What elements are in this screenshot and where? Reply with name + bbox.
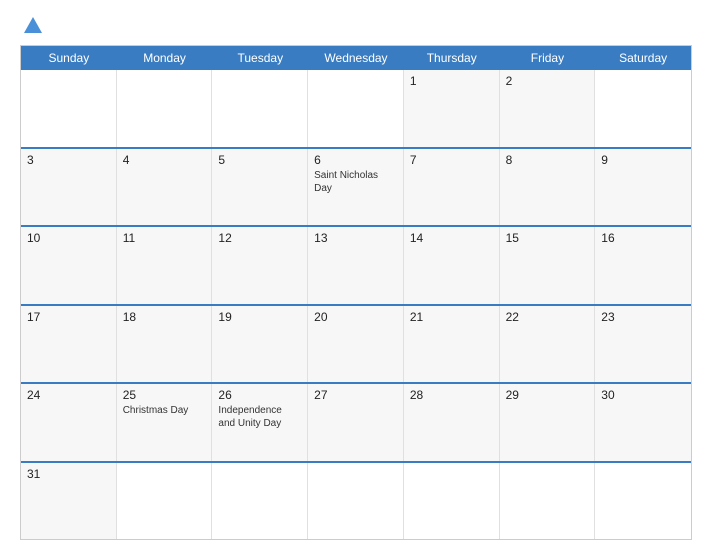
day-cell: 24 bbox=[21, 384, 117, 461]
day-number: 1 bbox=[410, 74, 493, 88]
day-cell: 15 bbox=[500, 227, 596, 304]
day-cell bbox=[500, 463, 596, 540]
day-cell: 27 bbox=[308, 384, 404, 461]
day-number: 17 bbox=[27, 310, 110, 324]
day-cell bbox=[308, 70, 404, 147]
day-number: 30 bbox=[601, 388, 685, 402]
day-cell bbox=[21, 70, 117, 147]
day-number: 19 bbox=[218, 310, 301, 324]
day-number: 8 bbox=[506, 153, 589, 167]
day-cell: 3 bbox=[21, 149, 117, 226]
week-row-5: 31 bbox=[21, 461, 691, 540]
holiday-label: Saint Nicholas Day bbox=[314, 169, 397, 195]
day-cell: 29 bbox=[500, 384, 596, 461]
day-cell bbox=[212, 70, 308, 147]
holiday-label: Independence and Unity Day bbox=[218, 404, 301, 430]
calendar: SundayMondayTuesdayWednesdayThursdayFrid… bbox=[20, 45, 692, 540]
week-row-3: 17 18 19 20 21 22 23 bbox=[21, 304, 691, 383]
week-row-4: 24 25 Christmas Day 26 Independence and Unit… bbox=[21, 382, 691, 461]
day-number: 24 bbox=[27, 388, 110, 402]
holiday-label: Christmas Day bbox=[123, 404, 206, 417]
day-header-tuesday: Tuesday bbox=[212, 46, 308, 70]
day-cell: 1 bbox=[404, 70, 500, 147]
day-cell: 14 bbox=[404, 227, 500, 304]
day-cell: 31 bbox=[21, 463, 117, 540]
day-headers-row: SundayMondayTuesdayWednesdayThursdayFrid… bbox=[21, 46, 691, 70]
day-header-saturday: Saturday bbox=[595, 46, 691, 70]
day-number: 2 bbox=[506, 74, 589, 88]
day-cell: 22 bbox=[500, 306, 596, 383]
header bbox=[20, 15, 692, 37]
day-cell bbox=[595, 463, 691, 540]
day-cell bbox=[117, 70, 213, 147]
day-number: 31 bbox=[27, 467, 110, 481]
day-cell: 17 bbox=[21, 306, 117, 383]
day-cell: 4 bbox=[117, 149, 213, 226]
day-header-friday: Friday bbox=[500, 46, 596, 70]
day-cell bbox=[212, 463, 308, 540]
day-header-wednesday: Wednesday bbox=[308, 46, 404, 70]
day-cell: 2 bbox=[500, 70, 596, 147]
day-number: 15 bbox=[506, 231, 589, 245]
day-cell: 13 bbox=[308, 227, 404, 304]
day-cell: 25 Christmas Day bbox=[117, 384, 213, 461]
logo-icon bbox=[22, 15, 44, 37]
day-number: 3 bbox=[27, 153, 110, 167]
day-cell: 23 bbox=[595, 306, 691, 383]
day-cell: 7 bbox=[404, 149, 500, 226]
day-cell: 26 Independence and Unity Day bbox=[212, 384, 308, 461]
day-number: 11 bbox=[123, 231, 206, 245]
day-number: 23 bbox=[601, 310, 685, 324]
page: SundayMondayTuesdayWednesdayThursdayFrid… bbox=[0, 0, 712, 550]
day-number: 29 bbox=[506, 388, 589, 402]
day-number: 28 bbox=[410, 388, 493, 402]
day-cell: 9 bbox=[595, 149, 691, 226]
day-number: 4 bbox=[123, 153, 206, 167]
day-number: 21 bbox=[410, 310, 493, 324]
week-row-2: 10 11 12 13 14 15 16 bbox=[21, 225, 691, 304]
day-number: 14 bbox=[410, 231, 493, 245]
day-cell: 11 bbox=[117, 227, 213, 304]
day-number: 20 bbox=[314, 310, 397, 324]
day-number: 16 bbox=[601, 231, 685, 245]
day-cell bbox=[117, 463, 213, 540]
day-header-sunday: Sunday bbox=[21, 46, 117, 70]
day-cell bbox=[404, 463, 500, 540]
day-cell: 6 Saint Nicholas Day bbox=[308, 149, 404, 226]
day-number: 22 bbox=[506, 310, 589, 324]
day-number: 9 bbox=[601, 153, 685, 167]
day-number: 6 bbox=[314, 153, 397, 167]
day-cell: 20 bbox=[308, 306, 404, 383]
day-cell bbox=[595, 70, 691, 147]
day-cell bbox=[308, 463, 404, 540]
day-cell: 16 bbox=[595, 227, 691, 304]
day-cell: 28 bbox=[404, 384, 500, 461]
day-cell: 12 bbox=[212, 227, 308, 304]
day-number: 13 bbox=[314, 231, 397, 245]
day-cell: 21 bbox=[404, 306, 500, 383]
day-number: 25 bbox=[123, 388, 206, 402]
day-number: 18 bbox=[123, 310, 206, 324]
day-header-thursday: Thursday bbox=[404, 46, 500, 70]
day-number: 10 bbox=[27, 231, 110, 245]
day-cell: 10 bbox=[21, 227, 117, 304]
day-number: 7 bbox=[410, 153, 493, 167]
day-number: 27 bbox=[314, 388, 397, 402]
day-cell: 19 bbox=[212, 306, 308, 383]
day-cell: 18 bbox=[117, 306, 213, 383]
day-number: 5 bbox=[218, 153, 301, 167]
day-cell: 5 bbox=[212, 149, 308, 226]
weeks-container: 123456Saint Nicholas Day7891011121314151… bbox=[21, 70, 691, 539]
week-row-1: 3456 Saint Nicholas Day 789 bbox=[21, 147, 691, 226]
day-cell: 8 bbox=[500, 149, 596, 226]
day-cell: 30 bbox=[595, 384, 691, 461]
logo bbox=[20, 15, 44, 37]
day-number: 12 bbox=[218, 231, 301, 245]
day-header-monday: Monday bbox=[117, 46, 213, 70]
day-number: 26 bbox=[218, 388, 301, 402]
week-row-0: 12 bbox=[21, 70, 691, 147]
